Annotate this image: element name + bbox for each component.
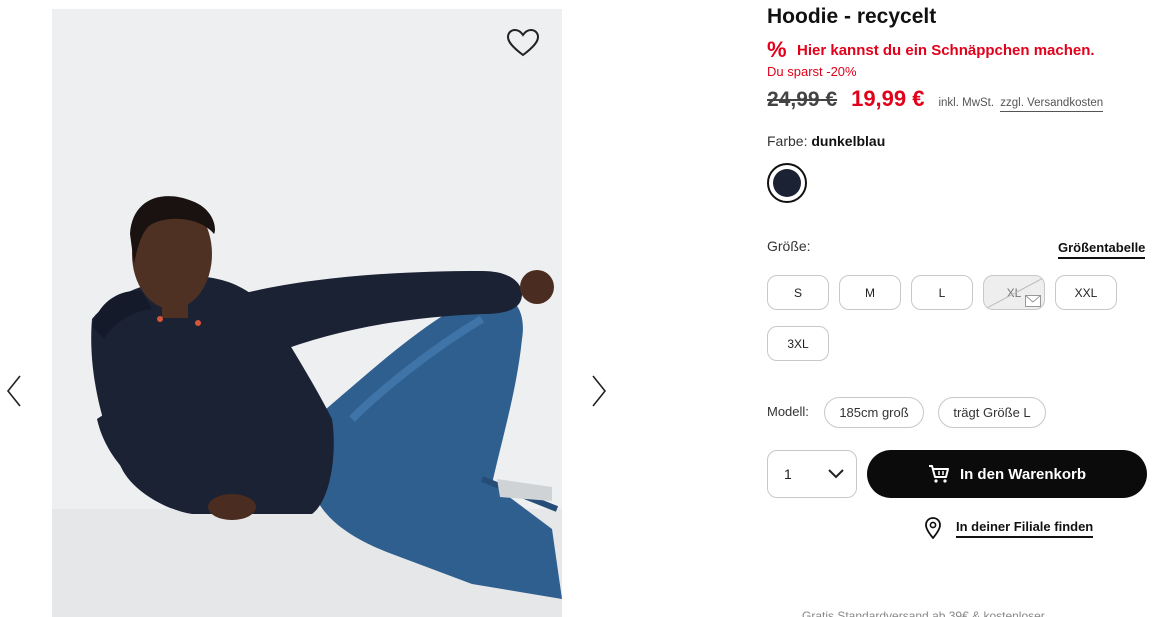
size-button-m[interactable]: M [839,275,901,310]
color-swatch-dunkelblau[interactable] [767,163,807,203]
swatch-fill [773,169,801,197]
size-button-xl-unavailable[interactable]: XL [983,275,1045,310]
size-button-l[interactable]: L [911,275,973,310]
location-pin-icon [925,517,941,539]
vat-note: inkl. MwSt. zzgl. Versandkosten [938,97,1104,112]
savings-text: Du sparst -20% [767,64,857,79]
shipping-costs-link[interactable]: zzgl. Versandkosten [1000,97,1104,112]
size-chart-link[interactable]: Größentabelle [1058,240,1146,259]
old-price: 24,99 € [767,88,838,111]
notify-mail-icon [1025,295,1041,307]
model-height-pill: 185cm groß [824,397,924,428]
size-button-xxl[interactable]: XXL [1055,275,1117,310]
model-photo-illustration [52,9,562,617]
find-in-store-link[interactable]: In deiner Filiale finden [924,517,1094,539]
find-in-store-label: In deiner Filiale finden [956,519,1094,538]
model-size-pill: trägt Größe L [938,397,1046,428]
size-button-s[interactable]: S [767,275,829,310]
chevron-left-icon [6,375,21,407]
chevron-down-icon [828,469,844,479]
add-to-cart-label: In den Warenkorb [959,465,1087,483]
add-to-cart-button[interactable]: In den Warenkorb [867,450,1147,498]
percent-icon: % [767,37,787,62]
heart-icon[interactable] [506,28,540,58]
previous-image-button[interactable] [2,371,26,411]
chevron-right-icon [592,375,607,407]
quantity-select[interactable]: 1 [767,450,857,498]
color-label: Farbe: dunkelblau [767,133,885,149]
quantity-value: 1 [784,466,792,482]
price-row: 24,99 € 19,99 € inkl. MwSt. zzgl. Versan… [767,86,1104,112]
cart-icon [928,465,949,483]
product-title: Hoodie - recycelt [767,5,937,28]
sale-price: 19,99 € [851,86,925,111]
size-button-3xl[interactable]: 3XL [767,326,829,361]
color-value: dunkelblau [811,133,886,149]
size-label: Größe: [767,238,811,254]
color-label-text: Farbe: [767,133,808,149]
product-image[interactable] [52,9,562,617]
next-image-button[interactable] [587,371,611,411]
deal-banner: % Hier kannst du ein Schnäppchen machen. [767,37,1095,62]
free-shipping-note: Gratis Standardversand ab 39€ & kostenlo… [802,609,1045,617]
vat-text: inkl. MwSt. [938,97,995,109]
deal-text: Hier kannst du ein Schnäppchen machen. [797,41,1095,59]
model-label: Modell: [767,404,809,419]
